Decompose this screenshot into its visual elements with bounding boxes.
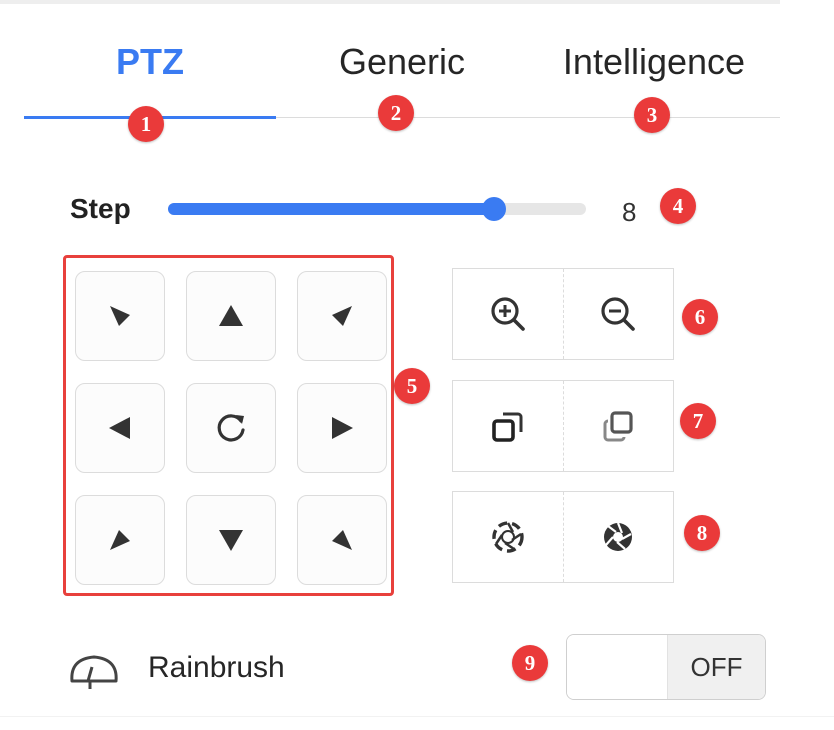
- tab-generic[interactable]: Generic: [276, 38, 528, 86]
- annotation-badge-7: 7: [680, 403, 716, 439]
- pan-up-right-button[interactable]: [297, 271, 387, 361]
- arrow-down-icon: [219, 530, 243, 551]
- pan-right-button[interactable]: [297, 383, 387, 473]
- step-slider[interactable]: [168, 197, 586, 221]
- tab-ptz[interactable]: PTZ: [24, 38, 276, 86]
- iris-close-icon: [604, 522, 633, 551]
- pan-down-button[interactable]: [186, 495, 276, 585]
- arrow-left-icon: [109, 417, 130, 439]
- rainbrush-label: Rainbrush: [148, 651, 285, 684]
- step-value: 8: [622, 197, 637, 227]
- zoom-out-button[interactable]: [562, 269, 674, 359]
- annotation-badge-1: 1: [128, 106, 164, 142]
- annotation-badge-3: 3: [634, 97, 670, 133]
- rotate-icon: [217, 414, 245, 442]
- arrow-down-left-icon: [110, 530, 130, 550]
- iris-control-group: [452, 491, 674, 583]
- arrow-down-right-icon: [332, 530, 352, 550]
- iris-open-icon: [492, 521, 524, 553]
- focus-far-button[interactable]: [562, 381, 674, 471]
- zoom-in-button[interactable]: [453, 269, 563, 359]
- toggle-state-label: OFF: [667, 635, 765, 699]
- auto-rotate-button[interactable]: [186, 383, 276, 473]
- pan-left-button[interactable]: [75, 383, 165, 473]
- pan-up-left-button[interactable]: [75, 271, 165, 361]
- step-slider-fill: [168, 203, 495, 215]
- pan-up-button[interactable]: [186, 271, 276, 361]
- arrow-up-left-icon: [110, 306, 130, 326]
- focus-control-group: [452, 380, 674, 472]
- wiper-icon: [70, 655, 118, 689]
- top-divider: [0, 0, 780, 4]
- step-label: Step: [70, 193, 131, 224]
- annotation-badge-8: 8: [684, 515, 720, 551]
- zoom-control-group: [452, 268, 674, 360]
- tab-intelligence[interactable]: Intelligence: [528, 38, 780, 86]
- pan-down-right-button[interactable]: [297, 495, 387, 585]
- iris-close-button[interactable]: [562, 492, 674, 582]
- arrow-up-icon: [219, 305, 243, 326]
- annotation-badge-6: 6: [682, 299, 718, 335]
- toggle-track: [567, 635, 667, 699]
- annotation-badge-4: 4: [660, 188, 696, 224]
- zoom-in-icon: [491, 297, 525, 331]
- arrow-right-icon: [332, 417, 353, 439]
- annotation-badge-2: 2: [378, 95, 414, 131]
- zoom-out-icon: [601, 297, 636, 331]
- bottom-divider: [0, 716, 834, 717]
- focus-near-icon: [491, 412, 523, 442]
- annotation-badge-9: 9: [512, 645, 548, 681]
- rainbrush-toggle[interactable]: OFF: [566, 634, 766, 700]
- iris-open-button[interactable]: [453, 492, 563, 582]
- annotation-badge-5: 5: [394, 368, 430, 404]
- arrow-up-right-icon: [332, 306, 352, 326]
- pan-down-left-button[interactable]: [75, 495, 165, 585]
- focus-far-icon: [603, 411, 633, 442]
- step-slider-thumb[interactable]: [482, 197, 507, 221]
- focus-near-button[interactable]: [453, 381, 563, 471]
